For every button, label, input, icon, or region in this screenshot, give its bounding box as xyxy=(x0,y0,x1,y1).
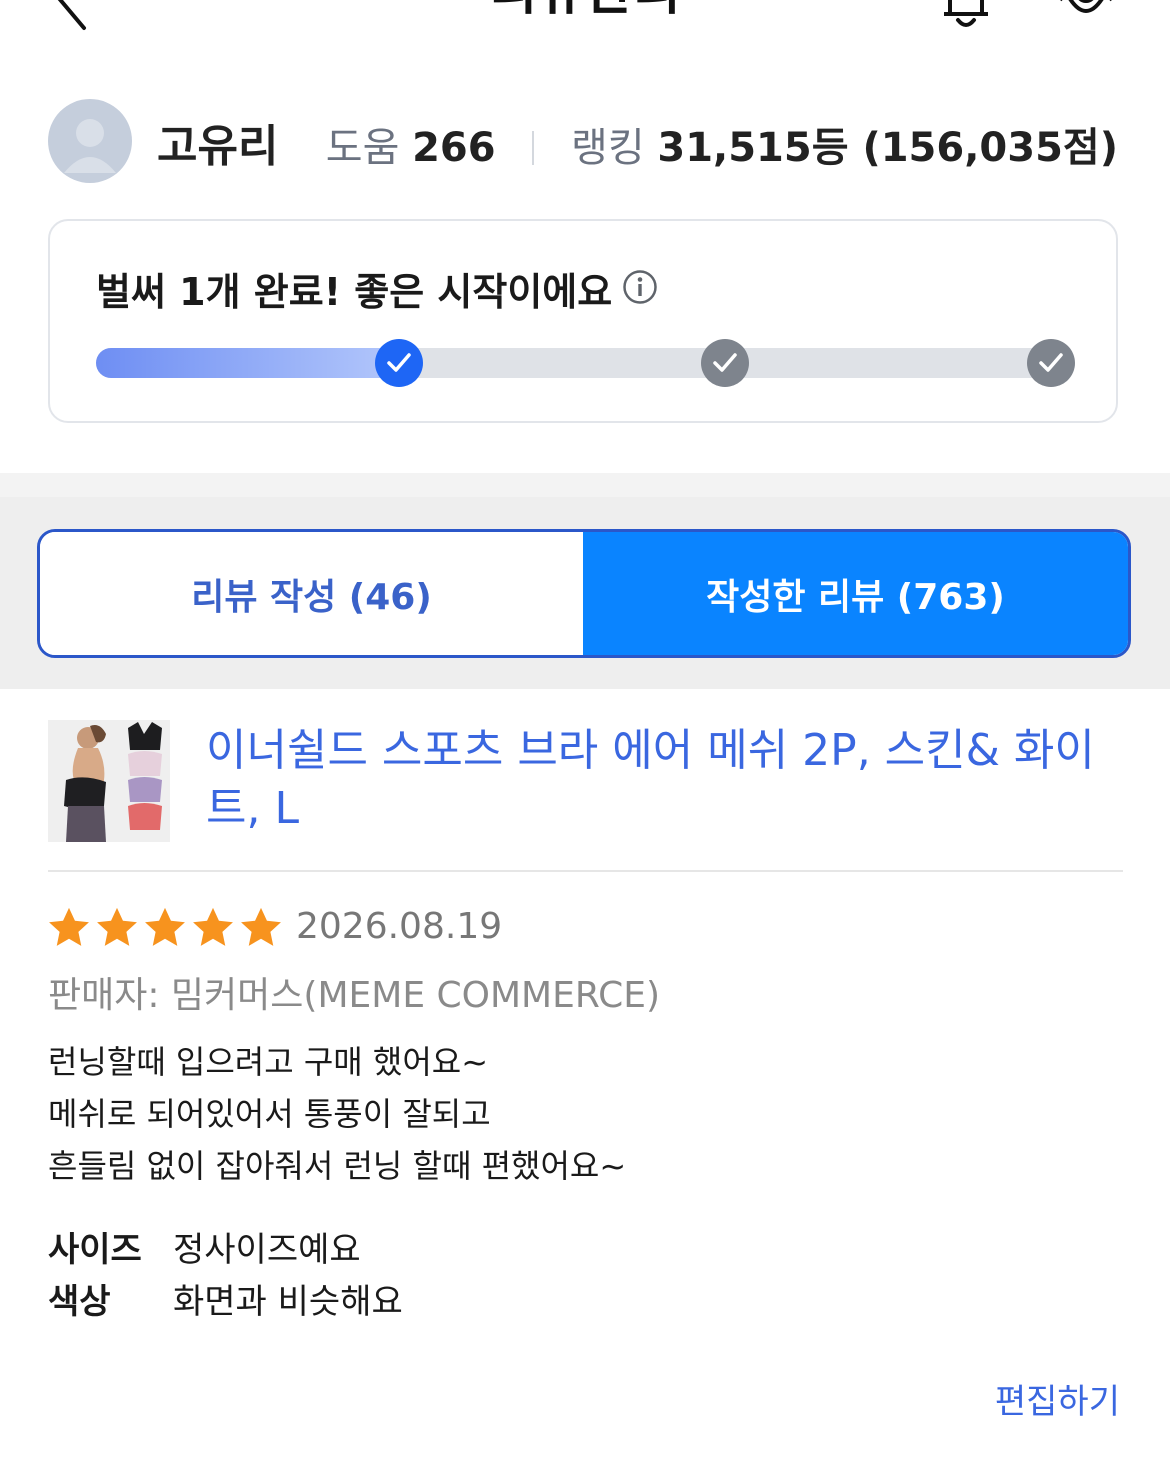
progress-card: 벌써 1개 완료! 좋은 시작이에요 xyxy=(48,219,1118,423)
help-count: 266 xyxy=(412,125,496,171)
top-bar: 리뷰관리 xyxy=(0,0,1170,60)
check-icon xyxy=(1039,353,1063,372)
gear-icon[interactable] xyxy=(1054,0,1118,32)
size-label: 사이즈 xyxy=(48,1230,142,1270)
avatar[interactable] xyxy=(48,99,132,183)
review-tabs: 리뷰 작성 (46) 작성한 리뷰 (763) xyxy=(37,529,1131,658)
tab-band: 리뷰 작성 (46) 작성한 리뷰 (763) xyxy=(0,473,1170,689)
color-attribute: 색상 화면과 비슷해요 xyxy=(48,1274,403,1323)
size-attribute: 사이즈 정사이즈예요 xyxy=(48,1222,361,1271)
star-icon xyxy=(49,907,89,946)
progress-title: 벌써 1개 완료! 좋은 시작이에요 xyxy=(96,270,613,314)
tab-write-review[interactable]: 리뷰 작성 (46) xyxy=(40,532,583,655)
profile-stats: 도움 266 랭킹 31,515등 (156,035점) xyxy=(326,115,1118,173)
profile-name: 고유리 xyxy=(157,121,279,172)
divider xyxy=(48,870,1123,872)
product-image xyxy=(48,720,170,842)
check-icon xyxy=(713,353,737,372)
review-line: 런닝할때 입으려고 구매 했어요~ xyxy=(48,1043,489,1081)
milestone-2 xyxy=(701,339,749,387)
review-date: 2026.08.19 xyxy=(296,906,503,947)
product-title-link[interactable]: 이너쉴드 스포츠 브라 에어 메쉬 2P, 스킨& 화이트, L xyxy=(206,722,1106,838)
help-label: 도움 xyxy=(325,125,400,171)
rank-label: 랭킹 xyxy=(571,125,645,171)
progress-fill xyxy=(96,348,399,378)
bell-icon[interactable] xyxy=(936,0,996,32)
star-icon xyxy=(193,907,233,946)
stats-divider xyxy=(532,131,535,165)
seller-name: 판매자: 밈커머스(MEME COMMERCE) xyxy=(48,975,661,1016)
size-value: 정사이즈예요 xyxy=(173,1230,361,1270)
review-text: 런닝할때 입으려고 구매 했어요~ 메쉬로 되어있어서 통풍이 잘되고 흔들림 … xyxy=(48,1036,626,1192)
info-icon[interactable] xyxy=(622,269,658,305)
progress-track xyxy=(96,348,1072,378)
star-icon xyxy=(97,907,137,946)
color-label: 색상 xyxy=(48,1282,111,1322)
product-thumbnail[interactable] xyxy=(48,720,170,842)
edit-review-link[interactable]: 편집하기 xyxy=(995,1374,1120,1423)
milestone-1 xyxy=(375,339,423,387)
check-icon xyxy=(387,353,411,372)
review-line: 메쉬로 되어있어서 통풍이 잘되고 xyxy=(48,1095,491,1133)
star-icon xyxy=(145,907,185,946)
section-gap xyxy=(0,473,1170,497)
user-silhouette-icon xyxy=(64,119,116,173)
star-icon xyxy=(241,907,281,946)
star-rating xyxy=(46,904,284,954)
color-value: 화면과 비슷해요 xyxy=(173,1282,403,1322)
rank-value: 31,515등 (156,035점) xyxy=(657,125,1118,171)
milestone-3 xyxy=(1027,339,1075,387)
review-line: 흔들림 없이 잡아줘서 런닝 할때 편했어요~ xyxy=(48,1147,627,1185)
tab-written-reviews[interactable]: 작성한 리뷰 (763) xyxy=(583,532,1128,655)
